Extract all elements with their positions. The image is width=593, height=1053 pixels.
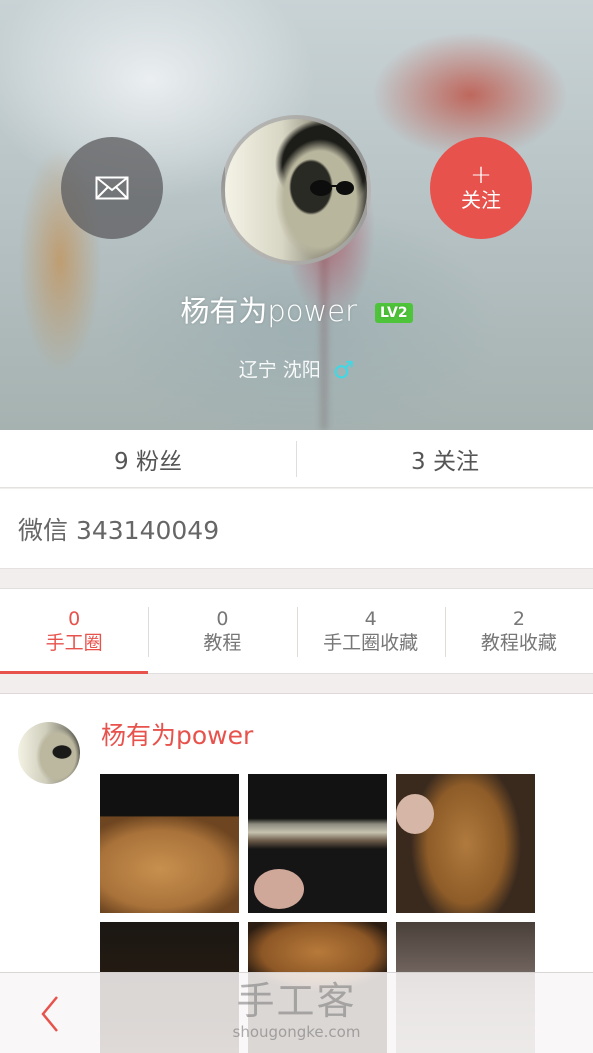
- tab-label: 手工圈: [45, 632, 103, 654]
- follow-button[interactable]: + 关注: [430, 137, 532, 239]
- tab-label: 手工圈收藏: [323, 632, 419, 654]
- tab-handcraft-circle[interactable]: 0 手工圈: [0, 589, 149, 674]
- post-author-name[interactable]: 杨有为power: [101, 716, 253, 752]
- tab-count: 0: [68, 608, 81, 630]
- following-count[interactable]: 3 关注: [297, 442, 593, 476]
- watermark-url: shougongke.com: [232, 1023, 361, 1041]
- profile-location: 辽宁 沈阳: [238, 359, 321, 381]
- profile-tabs: 0 手工圈 0 教程 4 手工圈收藏 2 教程收藏: [0, 588, 593, 674]
- tab-tutorial-favorites[interactable]: 2 教程收藏: [444, 589, 593, 673]
- profile-username: 杨有为power: [180, 294, 358, 328]
- male-gender-icon: ♂: [332, 356, 355, 384]
- profile-header: + 关注 杨有为power LV2 辽宁 沈阳 ♂: [0, 0, 593, 430]
- photo-hand-graphic: [396, 794, 434, 834]
- tab-count: 0: [216, 608, 229, 630]
- post-author-avatar[interactable]: [18, 722, 80, 784]
- mail-icon: [95, 176, 129, 200]
- post-photo-3[interactable]: [396, 774, 535, 913]
- level-badge: LV2: [375, 303, 413, 323]
- photo-hand-graphic: [254, 869, 304, 909]
- plus-icon: +: [470, 160, 492, 190]
- post-photo-2[interactable]: [248, 774, 387, 913]
- wechat-info: 微信 343140049: [0, 489, 593, 569]
- watermark-logo-text: 手工客: [236, 979, 357, 1023]
- message-button[interactable]: [61, 137, 163, 239]
- tab-count: 4: [364, 608, 377, 630]
- profile-username-row: 杨有为power LV2: [0, 288, 593, 330]
- profile-location-row: 辽宁 沈阳 ♂: [0, 355, 593, 384]
- bottom-bar: 手工客 shougongke.com: [0, 972, 593, 1053]
- stats-bar: 9 粉丝 3 关注: [0, 430, 593, 488]
- sunglasses-graphic: [310, 180, 354, 196]
- tab-circle-favorites[interactable]: 4 手工圈收藏: [296, 589, 445, 673]
- fans-count[interactable]: 9 粉丝: [0, 442, 296, 476]
- tab-tutorials[interactable]: 0 教程: [148, 589, 296, 673]
- tab-label: 教程: [203, 632, 242, 654]
- profile-avatar[interactable]: [221, 115, 371, 265]
- tab-count: 2: [512, 608, 525, 630]
- post-photo-1[interactable]: [100, 774, 239, 913]
- watermark: 手工客 shougongke.com: [0, 979, 593, 1041]
- tab-label: 教程收藏: [480, 632, 557, 654]
- follow-label: 关注: [461, 188, 501, 212]
